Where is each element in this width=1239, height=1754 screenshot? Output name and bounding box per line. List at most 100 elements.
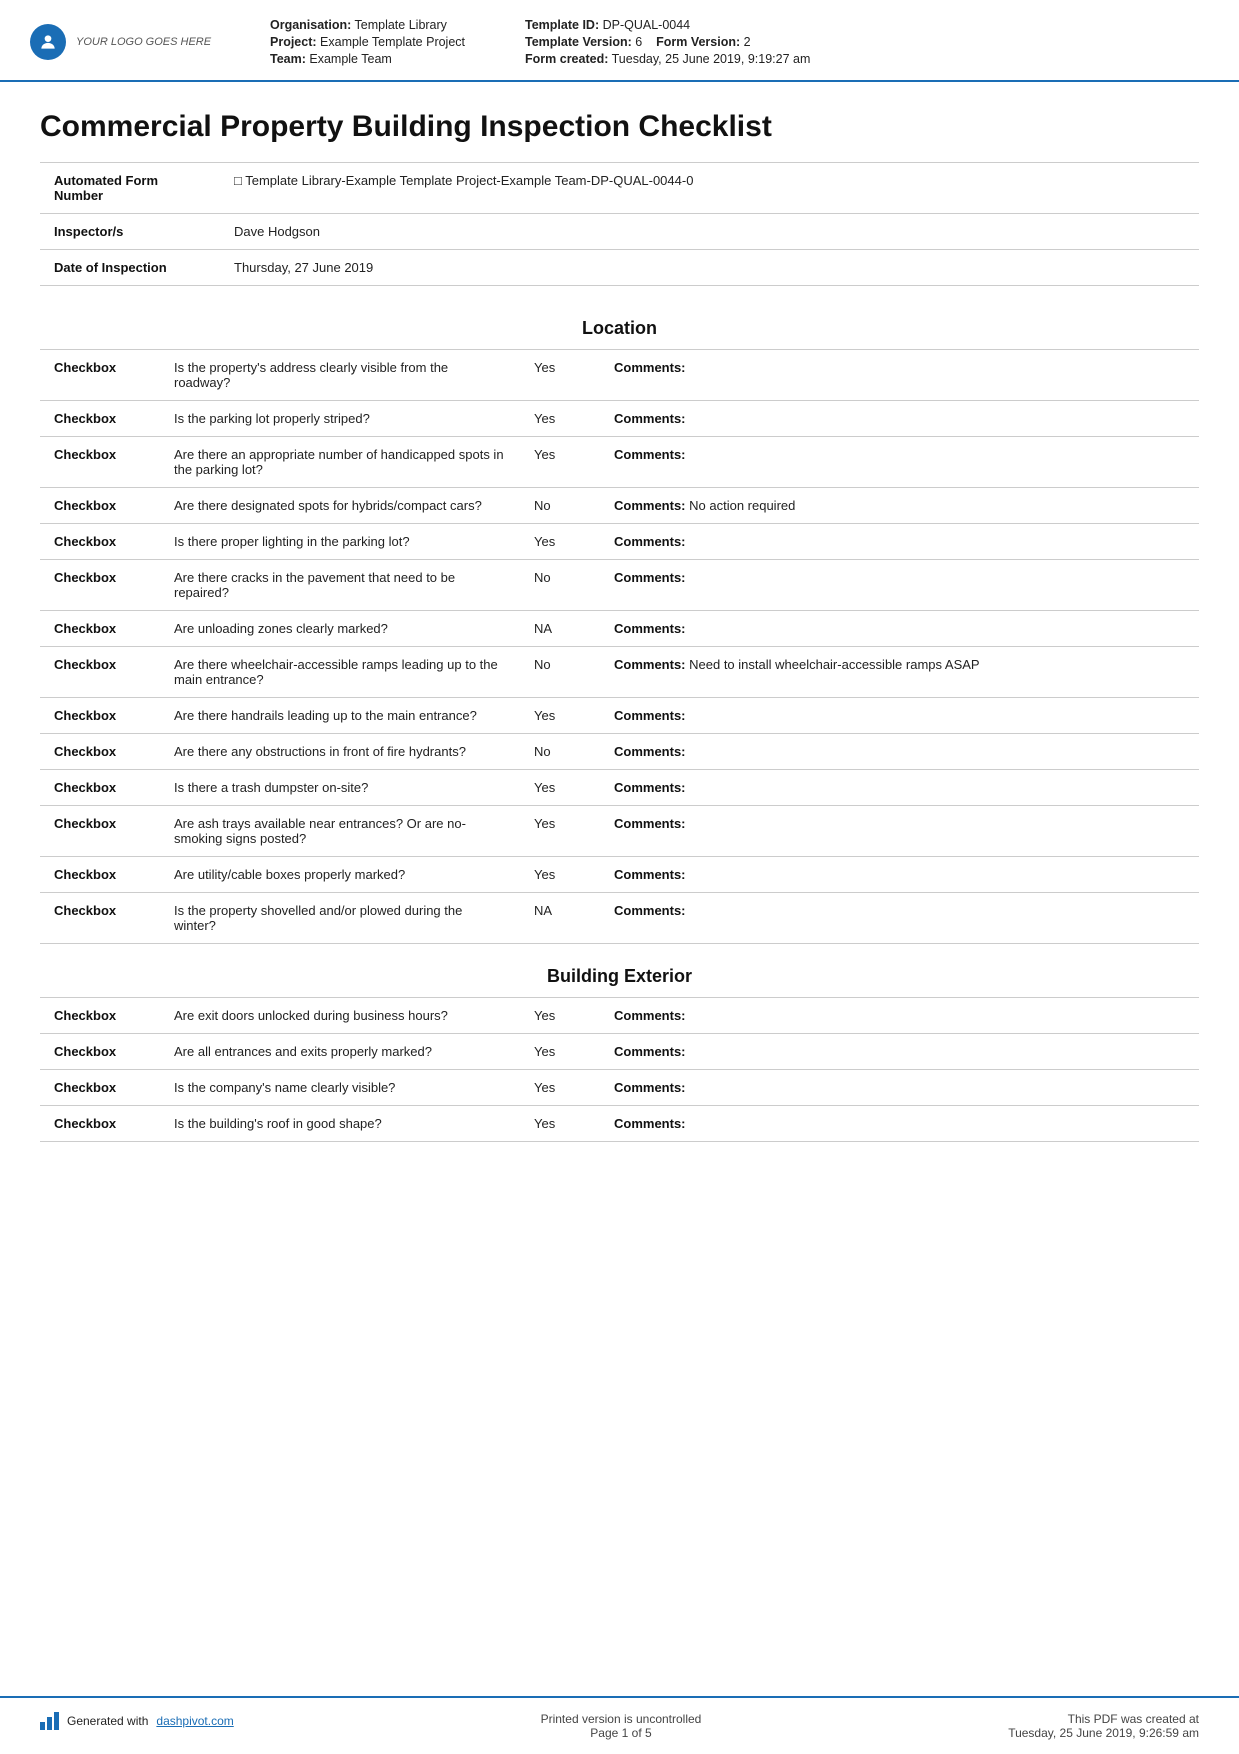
- info-row: Automated Form Number □ Template Library…: [40, 163, 1199, 214]
- question-cell: Is the property's address clearly visibl…: [160, 350, 520, 401]
- question-cell: Is the property shovelled and/or plowed …: [160, 893, 520, 944]
- checkbox-cell: Checkbox: [40, 998, 160, 1034]
- footer-center: Printed version is uncontrolled Page 1 o…: [541, 1712, 702, 1740]
- comments-cell: Comments:: [600, 857, 1199, 893]
- comments-label: Comments:: [614, 1080, 686, 1095]
- comments-label: Comments:: [614, 570, 686, 585]
- uncontrolled-text: Printed version is uncontrolled: [541, 1712, 702, 1726]
- checkbox-cell: Checkbox: [40, 1070, 160, 1106]
- info-row: Date of Inspection Thursday, 27 June 201…: [40, 250, 1199, 286]
- comments-value: Need to install wheelchair-accessible ra…: [686, 657, 980, 672]
- question-cell: Is the building's roof in good shape?: [160, 1106, 520, 1142]
- footer: Generated with dashpivot.com Printed ver…: [0, 1696, 1239, 1754]
- comments-label: Comments:: [614, 816, 686, 831]
- comments-label: Comments:: [614, 708, 686, 723]
- table-row: Checkbox Are ash trays available near en…: [40, 806, 1199, 857]
- logo-text: YOUR LOGO GOES HERE: [76, 36, 211, 48]
- team-line: Team: Example Team: [270, 52, 465, 66]
- comments-cell: Comments:: [600, 1034, 1199, 1070]
- comments-label: Comments:: [614, 498, 686, 513]
- checkbox-cell: Checkbox: [40, 401, 160, 437]
- answer-cell: Yes: [520, 1034, 600, 1070]
- info-table: Automated Form Number □ Template Library…: [40, 162, 1199, 286]
- question-cell: Is the company's name clearly visible?: [160, 1070, 520, 1106]
- checklist-table: Checkbox Is the property's address clear…: [40, 349, 1199, 944]
- comments-cell: Comments:: [600, 998, 1199, 1034]
- checkbox-cell: Checkbox: [40, 857, 160, 893]
- comments-cell: Comments:: [600, 806, 1199, 857]
- dashpivot-link[interactable]: dashpivot.com: [156, 1714, 233, 1728]
- logo-box: YOUR LOGO GOES HERE: [30, 24, 230, 60]
- comments-cell: Comments:: [600, 524, 1199, 560]
- table-row: Checkbox Are utility/cable boxes properl…: [40, 857, 1199, 893]
- table-row: Checkbox Are there wheelchair-accessible…: [40, 647, 1199, 698]
- question-cell: Are there wheelchair-accessible ramps le…: [160, 647, 520, 698]
- question-cell: Are there cracks in the pavement that ne…: [160, 560, 520, 611]
- table-row: Checkbox Is the building's roof in good …: [40, 1106, 1199, 1142]
- answer-cell: Yes: [520, 1070, 600, 1106]
- table-row: Checkbox Are there cracks in the pavemen…: [40, 560, 1199, 611]
- title-section: Commercial Property Building Inspection …: [0, 82, 1239, 296]
- comments-label: Comments:: [614, 411, 686, 426]
- comments-label: Comments:: [614, 1044, 686, 1059]
- comments-label: Comments:: [614, 534, 686, 549]
- comments-label: Comments:: [614, 903, 686, 918]
- answer-cell: Yes: [520, 437, 600, 488]
- answer-cell: Yes: [520, 770, 600, 806]
- question-cell: Are unloading zones clearly marked?: [160, 611, 520, 647]
- header-meta: Organisation: Template Library Project: …: [270, 18, 1199, 66]
- main-title: Commercial Property Building Inspection …: [40, 110, 1199, 144]
- question-cell: Are there designated spots for hybrids/c…: [160, 488, 520, 524]
- answer-cell: Yes: [520, 1106, 600, 1142]
- header-meta-right: Template ID: DP-QUAL-0044 Template Versi…: [525, 18, 810, 66]
- comments-cell: Comments:: [600, 734, 1199, 770]
- comments-cell: Comments:: [600, 611, 1199, 647]
- question-cell: Is the parking lot properly striped?: [160, 401, 520, 437]
- checkbox-cell: Checkbox: [40, 770, 160, 806]
- info-label: Inspector/s: [40, 214, 220, 250]
- table-row: Checkbox Are unloading zones clearly mar…: [40, 611, 1199, 647]
- comments-label: Comments:: [614, 657, 686, 672]
- checkbox-cell: Checkbox: [40, 611, 160, 647]
- answer-cell: Yes: [520, 857, 600, 893]
- section-title: Building Exterior: [40, 944, 1199, 997]
- table-row: Checkbox Are exit doors unlocked during …: [40, 998, 1199, 1034]
- table-row: Checkbox Are there handrails leading up …: [40, 698, 1199, 734]
- page: YOUR LOGO GOES HERE Organisation: Templa…: [0, 0, 1239, 1754]
- comments-label: Comments:: [614, 780, 686, 795]
- table-row: Checkbox Is the parking lot properly str…: [40, 401, 1199, 437]
- answer-cell: Yes: [520, 806, 600, 857]
- table-row: Checkbox Is there proper lighting in the…: [40, 524, 1199, 560]
- table-row: Checkbox Are there any obstructions in f…: [40, 734, 1199, 770]
- answer-cell: No: [520, 647, 600, 698]
- checkbox-cell: Checkbox: [40, 734, 160, 770]
- info-label: Automated Form Number: [40, 163, 220, 214]
- version-line: Template Version: 6 Form Version: 2: [525, 35, 810, 49]
- info-value: Dave Hodgson: [220, 214, 1199, 250]
- project-line: Project: Example Template Project: [270, 35, 465, 49]
- org-line: Organisation: Template Library: [270, 18, 465, 32]
- table-row: Checkbox Are there designated spots for …: [40, 488, 1199, 524]
- answer-cell: Yes: [520, 524, 600, 560]
- comments-value: No action required: [686, 498, 796, 513]
- comments-cell: Comments:: [600, 1106, 1199, 1142]
- checkbox-cell: Checkbox: [40, 1106, 160, 1142]
- section-title: Location: [40, 296, 1199, 349]
- answer-cell: No: [520, 488, 600, 524]
- comments-cell: Comments:: [600, 1070, 1199, 1106]
- table-row: Checkbox Is there a trash dumpster on-si…: [40, 770, 1199, 806]
- form-created-line: Form created: Tuesday, 25 June 2019, 9:1…: [525, 52, 810, 66]
- checkbox-cell: Checkbox: [40, 893, 160, 944]
- checkbox-cell: Checkbox: [40, 524, 160, 560]
- info-value: Thursday, 27 June 2019: [220, 250, 1199, 286]
- header-meta-left: Organisation: Template Library Project: …: [270, 18, 465, 66]
- checkbox-cell: Checkbox: [40, 1034, 160, 1070]
- header: YOUR LOGO GOES HERE Organisation: Templa…: [0, 0, 1239, 82]
- comments-label: Comments:: [614, 447, 686, 462]
- checkbox-cell: Checkbox: [40, 488, 160, 524]
- dashpivot-icon: [40, 1712, 59, 1730]
- comments-cell: Comments:: [600, 698, 1199, 734]
- question-cell: Are ash trays available near entrances? …: [160, 806, 520, 857]
- comments-label: Comments:: [614, 1008, 686, 1023]
- info-value: □ Template Library-Example Template Proj…: [220, 163, 1199, 214]
